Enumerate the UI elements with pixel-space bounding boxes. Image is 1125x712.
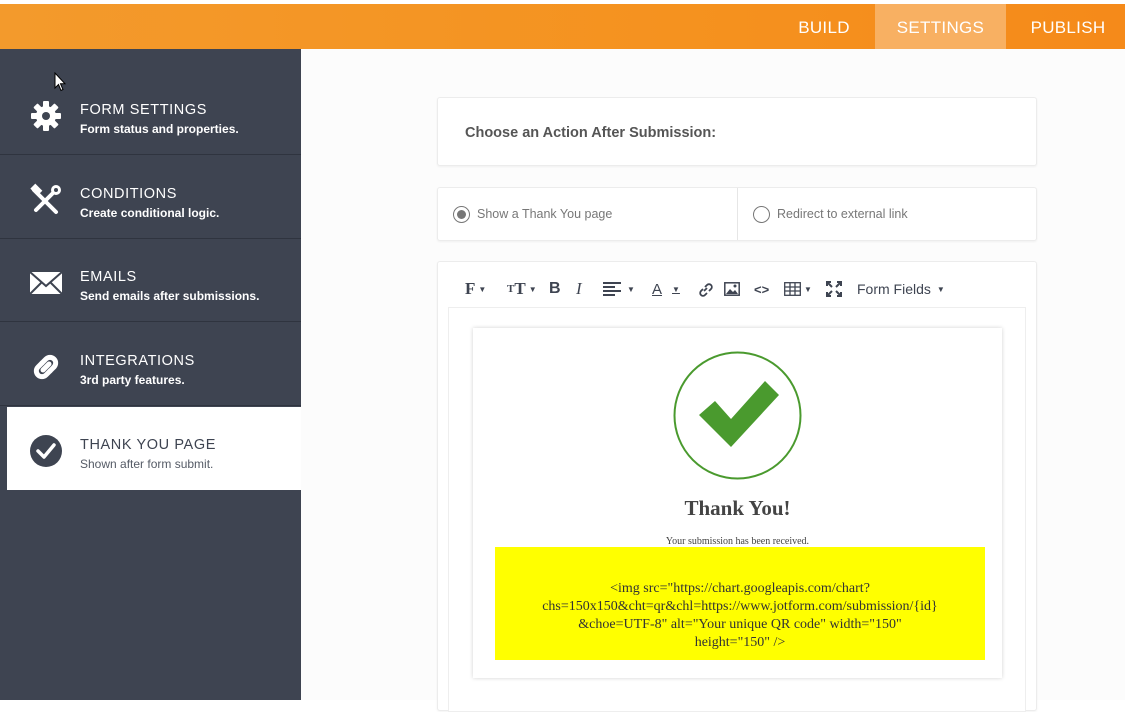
sidebar-item-desc: Form status and properties. xyxy=(80,122,239,136)
bold-button[interactable]: B xyxy=(549,279,561,299)
mouse-cursor-icon xyxy=(54,72,66,92)
code-line: <img src="https://chart.googleapis.com/c… xyxy=(610,581,870,596)
tab-publish[interactable]: PUBLISH xyxy=(1008,4,1125,49)
sidebar-item-desc: 3rd party features. xyxy=(80,373,185,387)
settings-sidebar: FORM SETTINGS Form status and properties… xyxy=(0,49,301,700)
gear-icon xyxy=(31,101,61,131)
sidebar-item-title: CONDITIONS xyxy=(80,186,178,202)
sidebar-item-title: INTEGRATIONS xyxy=(80,353,195,369)
conditions-icon xyxy=(30,183,61,214)
code-line: height="150" /> xyxy=(694,635,786,650)
thank-you-subtitle: Your submission has been received. xyxy=(665,536,810,547)
link-icon xyxy=(33,354,59,380)
table-icon xyxy=(784,282,801,296)
sidebar-item-form-settings[interactable]: FORM SETTINGS Form status and properties… xyxy=(0,72,301,155)
sidebar-item-desc: Send emails after submissions. xyxy=(80,289,260,303)
action-heading-card: Choose an Action After Submission: xyxy=(437,97,1037,166)
text-color-button[interactable]: A ▼ xyxy=(652,279,680,299)
qr-code-snippet[interactable]: <img src="https://chart.googleapis.com/c… xyxy=(495,547,985,660)
sidebar-item-title: EMAILS xyxy=(80,269,137,285)
thank-you-page-preview: Thank You! Your submission has been rece… xyxy=(473,328,1002,678)
sidebar-item-desc: Create conditional logic. xyxy=(80,206,220,220)
font-size-button[interactable]: T T ▼ xyxy=(507,279,537,299)
radio-unselected-icon[interactable] xyxy=(753,206,770,223)
code-view-button[interactable]: <> xyxy=(754,279,769,299)
font-family-button[interactable]: F ▼ xyxy=(465,279,486,299)
action-heading: Choose an Action After Submission: xyxy=(465,125,717,141)
align-button[interactable]: ▼ xyxy=(603,279,635,299)
editor-toolbar: F ▼ T T ▼ B I ▼ A ▼ <> ▼ Form Fields ▼ xyxy=(438,262,1036,307)
radio-selected-icon[interactable] xyxy=(453,206,470,223)
option-label: Show a Thank You page xyxy=(477,207,613,221)
editor-canvas[interactable]: Thank You! Your submission has been rece… xyxy=(448,307,1026,712)
envelope-icon xyxy=(29,271,63,295)
italic-button[interactable]: I xyxy=(576,279,582,299)
sidebar-item-integrations[interactable]: INTEGRATIONS 3rd party features. xyxy=(0,323,301,406)
tab-settings[interactable]: SETTINGS xyxy=(875,4,1006,49)
option-thank-you-page[interactable]: Show a Thank You page xyxy=(438,188,738,240)
checkmark-icon xyxy=(673,351,802,480)
thank-you-editor: F ▼ T T ▼ B I ▼ A ▼ <> ▼ Form Fields ▼ T… xyxy=(437,261,1037,712)
insert-table-button[interactable]: ▼ xyxy=(784,279,812,299)
thank-you-title: Thank You! xyxy=(684,496,791,520)
main-panel: Choose an Action After Submission: Show … xyxy=(301,49,1125,712)
action-options: Show a Thank You page Redirect to extern… xyxy=(437,187,1037,241)
top-nav: BUILD SETTINGS PUBLISH xyxy=(0,4,1125,49)
sidebar-item-title: THANK YOU PAGE xyxy=(80,437,216,453)
sidebar-item-conditions[interactable]: CONDITIONS Create conditional logic. xyxy=(0,156,301,239)
sidebar-item-desc: Shown after form submit. xyxy=(80,457,214,471)
option-label: Redirect to external link xyxy=(777,207,908,221)
image-icon xyxy=(724,282,740,296)
tab-build[interactable]: BUILD xyxy=(776,4,872,49)
option-redirect[interactable]: Redirect to external link xyxy=(738,188,1036,240)
sidebar-item-emails[interactable]: EMAILS Send emails after submissions. xyxy=(0,239,301,322)
link-icon xyxy=(699,282,713,297)
insert-link-button[interactable] xyxy=(697,279,714,299)
align-left-icon xyxy=(603,282,621,296)
code-line: chs=150x150&cht=qr&chl=https://www.jotfo… xyxy=(542,599,938,614)
form-fields-dropdown[interactable]: Form Fields ▼ xyxy=(857,279,945,299)
fullscreen-icon xyxy=(826,281,842,297)
code-line: &choe=UTF-8" alt="Your unique QR code" w… xyxy=(578,617,902,632)
sidebar-item-title: FORM SETTINGS xyxy=(80,102,208,118)
check-circle-icon xyxy=(30,435,62,467)
fullscreen-button[interactable] xyxy=(826,279,842,299)
sidebar-item-thank-you-page[interactable]: THANK YOU PAGE Shown after form submit. xyxy=(7,407,301,490)
insert-image-button[interactable] xyxy=(724,279,740,299)
